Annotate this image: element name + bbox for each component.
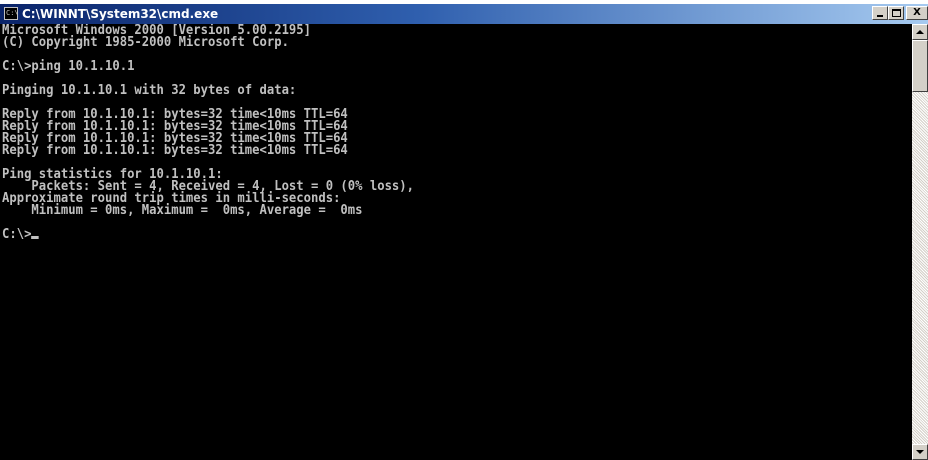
console-line: Reply from 10.1.10.1: bytes=32 time<10ms… (2, 143, 348, 158)
command-prompt: C:\> (2, 227, 32, 242)
console-app-icon[interactable]: C:\ (4, 7, 18, 20)
console-output-area[interactable]: Microsoft Windows 2000 [Version 5.00.219… (0, 24, 912, 460)
vertical-scrollbar[interactable] (912, 24, 928, 460)
console-line: C:\>ping 10.1.10.1 (2, 59, 135, 74)
console-line: Pinging 10.1.10.1 with 32 bytes of data: (2, 83, 297, 98)
maximize-button[interactable] (888, 6, 904, 20)
scroll-up-arrow-icon (916, 30, 924, 34)
maximize-icon (892, 9, 901, 17)
close-button[interactable]: X (906, 6, 928, 20)
scroll-thumb[interactable] (912, 40, 928, 92)
console-text: Microsoft Windows 2000 [Version 5.00.219… (2, 24, 414, 242)
console-line: (C) Copyright 1985-2000 Microsoft Corp. (2, 35, 289, 50)
cmd-window: C:\ C:\WINNT\System32\cmd.exe X Microsof… (0, 0, 928, 460)
scroll-down-button[interactable] (912, 444, 928, 460)
minimize-button[interactable] (872, 6, 888, 20)
console-line: Minimum = 0ms, Maximum = 0ms, Average = … (2, 203, 363, 218)
scroll-up-button[interactable] (912, 24, 928, 40)
scroll-down-arrow-icon (916, 450, 924, 454)
text-cursor (31, 236, 39, 239)
console-lines: Microsoft Windows 2000 [Version 5.00.219… (2, 24, 414, 218)
window-title: C:\WINNT\System32\cmd.exe (22, 7, 219, 21)
close-icon: X (913, 7, 921, 18)
title-bar[interactable]: C:\ C:\WINNT\System32\cmd.exe X (0, 4, 928, 24)
minimize-icon (877, 15, 883, 17)
